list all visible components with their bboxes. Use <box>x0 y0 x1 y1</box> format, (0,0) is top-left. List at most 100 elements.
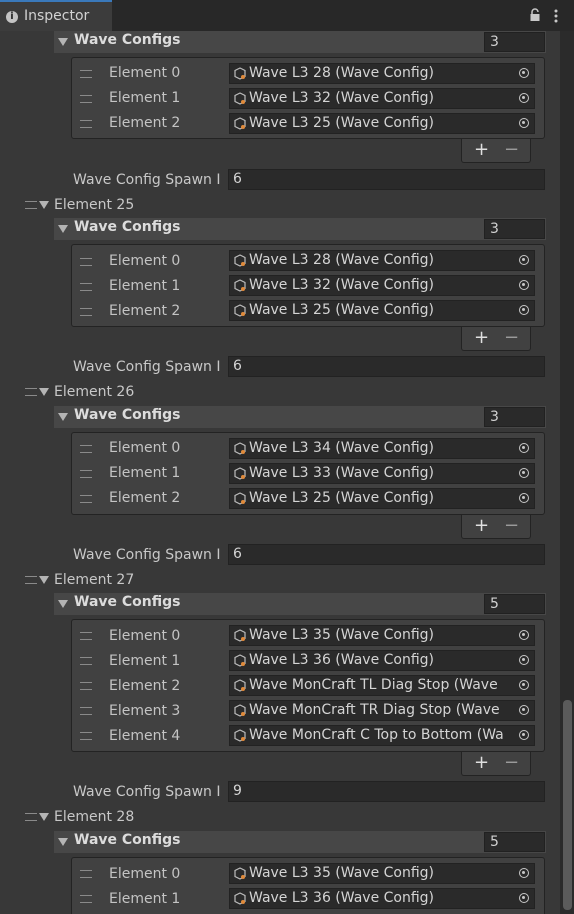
element-label: Element 0 <box>109 65 181 81</box>
drag-handle-icon[interactable] <box>80 308 92 316</box>
object-field[interactable]: Wave L3 33 (Wave Config) <box>229 463 535 484</box>
element-28-header[interactable]: Element 28 <box>54 807 134 827</box>
wave-config-spawn-field[interactable]: 9 <box>228 781 545 802</box>
object-field[interactable]: Wave L3 32 (Wave Config) <box>229 88 535 109</box>
drag-handle-icon[interactable] <box>80 95 92 103</box>
scriptable-object-icon <box>234 467 246 480</box>
drag-handle-icon[interactable] <box>80 283 92 291</box>
object-field[interactable]: Wave L3 35 (Wave Config) <box>229 625 535 646</box>
object-field-value: Wave L3 28 (Wave Config) <box>249 252 435 268</box>
wave-configs-foldout[interactable]: Wave Configs <box>54 218 546 240</box>
object-picker-icon[interactable] <box>519 630 529 640</box>
foldout-arrow-icon[interactable] <box>58 38 68 46</box>
drag-handle-icon[interactable] <box>80 682 92 690</box>
object-picker-icon[interactable] <box>519 655 529 665</box>
drag-handle-icon[interactable] <box>80 632 92 640</box>
remove-element-button[interactable]: − <box>504 139 519 161</box>
drag-handle-icon[interactable] <box>80 445 92 453</box>
object-picker-icon[interactable] <box>519 443 529 453</box>
object-field[interactable]: Wave L3 36 (Wave Config) <box>229 888 535 909</box>
drag-handle-icon[interactable] <box>80 120 92 128</box>
object-picker-icon[interactable] <box>519 118 529 128</box>
wave-configs-label: Wave Configs <box>74 407 181 423</box>
remove-element-button[interactable]: − <box>504 752 519 774</box>
object-field[interactable]: Wave L3 28 (Wave Config) <box>229 250 535 271</box>
element-26-header[interactable]: Element 26 <box>54 382 134 402</box>
element-label: Element 2 <box>109 115 181 131</box>
array-size-field[interactable]: 5 <box>484 594 545 614</box>
array-size-field[interactable]: 5 <box>484 832 545 852</box>
drag-handle-icon[interactable] <box>80 470 92 478</box>
object-picker-icon[interactable] <box>519 93 529 103</box>
foldout-arrow-icon[interactable] <box>58 600 68 608</box>
drag-handle-icon[interactable] <box>80 495 92 503</box>
wave-config-spawn-field[interactable]: 6 <box>228 169 545 190</box>
object-field[interactable]: Wave L3 28 (Wave Config) <box>229 63 535 84</box>
drag-handle-icon[interactable] <box>80 732 92 740</box>
element-25-header[interactable]: Element 25 <box>54 195 134 215</box>
drag-handle-icon[interactable] <box>80 70 92 78</box>
wave-configs-foldout[interactable]: Wave Configs <box>54 31 546 53</box>
wave-configs-foldout[interactable]: Wave Configs <box>54 831 546 853</box>
drag-handle-icon[interactable] <box>80 895 92 903</box>
object-field[interactable]: Wave MonCraft TR Diag Stop (Wave <box>229 700 535 721</box>
foldout-arrow-icon[interactable] <box>39 813 49 821</box>
drag-handle-icon[interactable] <box>25 576 37 584</box>
wave-configs-foldout[interactable]: Wave Configs <box>54 406 546 428</box>
drag-handle-icon[interactable] <box>80 707 92 715</box>
add-element-button[interactable]: + <box>474 327 489 349</box>
remove-element-button[interactable]: − <box>504 327 519 349</box>
object-picker-icon[interactable] <box>519 493 529 503</box>
add-element-button[interactable]: + <box>474 752 489 774</box>
object-field[interactable]: Wave MonCraft C Top to Bottom (Wa <box>229 725 535 746</box>
object-picker-icon[interactable] <box>519 280 529 290</box>
array-size-field[interactable]: 3 <box>484 219 545 239</box>
array-size-field[interactable]: 3 <box>484 407 545 427</box>
foldout-arrow-icon[interactable] <box>58 413 68 421</box>
object-field[interactable]: Wave L3 25 (Wave Config) <box>229 488 535 509</box>
wave-config-spawn-field[interactable]: 6 <box>228 356 545 377</box>
object-field[interactable]: Wave L3 36 (Wave Config) <box>229 650 535 671</box>
drag-handle-icon[interactable] <box>25 388 37 396</box>
object-field[interactable]: Wave L3 34 (Wave Config) <box>229 438 535 459</box>
wave-config-spawn-label: Wave Config Spawn I <box>73 784 221 800</box>
scrollbar-thumb[interactable] <box>563 700 572 910</box>
foldout-arrow-icon[interactable] <box>58 838 68 846</box>
scriptable-object-icon <box>234 679 246 692</box>
object-field-value: Wave L3 25 (Wave Config) <box>249 490 435 506</box>
add-element-button[interactable]: + <box>474 139 489 161</box>
object-field-value: Wave MonCraft TL Diag Stop (Wave <box>249 677 498 693</box>
object-field[interactable]: Wave L3 25 (Wave Config) <box>229 113 535 134</box>
drag-handle-icon[interactable] <box>80 258 92 266</box>
remove-element-button[interactable]: − <box>504 515 519 537</box>
object-picker-icon[interactable] <box>519 680 529 690</box>
object-field[interactable]: Wave L3 25 (Wave Config) <box>229 300 535 321</box>
object-field[interactable]: Wave L3 32 (Wave Config) <box>229 275 535 296</box>
foldout-arrow-icon[interactable] <box>39 201 49 209</box>
drag-handle-icon[interactable] <box>80 870 92 878</box>
array-size-field[interactable]: 3 <box>484 32 545 52</box>
add-element-button[interactable]: + <box>474 515 489 537</box>
object-picker-icon[interactable] <box>519 68 529 78</box>
object-picker-icon[interactable] <box>519 705 529 715</box>
object-field[interactable]: Wave MonCraft TL Diag Stop (Wave <box>229 675 535 696</box>
element-27-header[interactable]: Element 27 <box>54 570 134 590</box>
object-picker-icon[interactable] <box>519 893 529 903</box>
wave-config-spawn-label: Wave Config Spawn I <box>73 547 221 563</box>
drag-handle-icon[interactable] <box>80 657 92 665</box>
object-picker-icon[interactable] <box>519 305 529 315</box>
foldout-arrow-icon[interactable] <box>39 388 49 396</box>
object-picker-icon[interactable] <box>519 868 529 878</box>
object-picker-icon[interactable] <box>519 255 529 265</box>
foldout-arrow-icon[interactable] <box>58 225 68 233</box>
wave-config-spawn-field[interactable]: 6 <box>228 544 545 565</box>
object-picker-icon[interactable] <box>519 468 529 478</box>
wave-configs-foldout[interactable]: Wave Configs <box>54 593 546 615</box>
object-field[interactable]: Wave L3 35 (Wave Config) <box>229 863 535 884</box>
scriptable-object-icon <box>234 492 246 505</box>
object-picker-icon[interactable] <box>519 730 529 740</box>
element-label: Element 0 <box>109 253 181 269</box>
drag-handle-icon[interactable] <box>25 813 37 821</box>
foldout-arrow-icon[interactable] <box>39 576 49 584</box>
drag-handle-icon[interactable] <box>25 201 37 209</box>
